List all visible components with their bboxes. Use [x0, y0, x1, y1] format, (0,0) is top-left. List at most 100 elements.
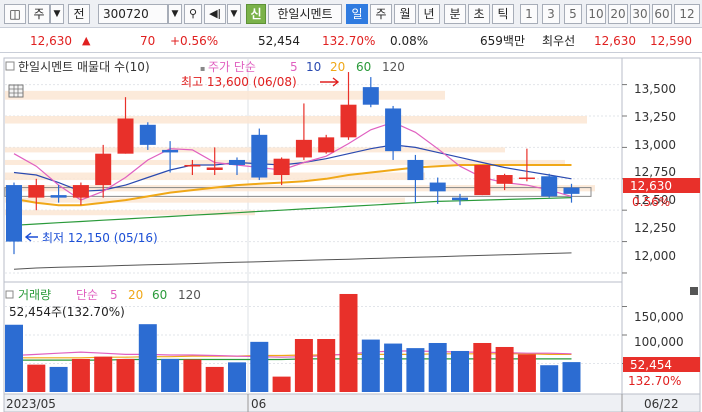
speaker-icon[interactable]: ◀ǀ [204, 4, 226, 24]
volume-legend-name: 거래량 [18, 288, 51, 302]
period-week-button[interactable]: 주 [370, 4, 392, 24]
period-second-button[interactable]: 초 [468, 4, 490, 24]
current-volume-marker-label: 52,454 [630, 358, 672, 372]
volume-bar [250, 341, 269, 392]
period-year-button[interactable]: 년 [418, 4, 440, 24]
stock-chart[interactable]: 한일시멘트 매물대 수(10) ▪ 주가 단순 5 10 20 60 120 최… [0, 54, 702, 412]
volume-value: 52,454 [258, 34, 300, 48]
collapse-icon[interactable] [690, 287, 698, 295]
candle-body [518, 177, 535, 180]
low-price-note: 최저 12,150 (05/16) [42, 231, 158, 245]
candle-body [340, 104, 357, 138]
stock-code-input[interactable]: 300720 [98, 4, 168, 24]
volume-bar [94, 356, 113, 392]
stock-name-field[interactable]: 한일시멘트 [268, 4, 342, 24]
table-grid-icon[interactable] [8, 84, 24, 98]
period-minute-button[interactable]: 분 [444, 4, 466, 24]
volume-legend-ma60: 60 [152, 288, 167, 302]
interval-3-button[interactable]: 3 [542, 4, 560, 24]
legend-ma10: 10 [306, 60, 321, 74]
x-axis-area [3, 393, 701, 412]
interval-30-button[interactable]: 30 [630, 4, 650, 24]
interval-60-button[interactable]: 60 [652, 4, 672, 24]
volume-bar [473, 342, 492, 392]
prev-button[interactable]: 전 [68, 4, 90, 24]
volume-bar [138, 324, 157, 392]
interval-10-button[interactable]: 10 [586, 4, 606, 24]
candle-body [496, 175, 513, 184]
volume-legend-ma-label: 단순 [76, 288, 98, 302]
volume-legend-ma120: 120 [178, 288, 201, 302]
chevron-down-icon[interactable]: ▼ [50, 4, 64, 24]
candle-body [474, 164, 491, 196]
chevron-down-icon[interactable]: ▼ [227, 4, 241, 24]
up-arrow-icon: ▲ [82, 34, 91, 47]
x-axis-label-may: 2023/05 [6, 397, 56, 411]
candle-body [362, 87, 379, 105]
interval-20-button[interactable]: 20 [608, 4, 628, 24]
new-listing-badge: 신 [246, 4, 266, 24]
interval-1-button[interactable]: 1 [520, 4, 538, 24]
market-mode-select[interactable]: 주 [28, 4, 50, 24]
candle-body [229, 159, 245, 165]
layout-button[interactable]: ◫ [4, 4, 26, 24]
x-axis-date-label: 06/22 [644, 397, 679, 411]
volume-bar [384, 343, 403, 392]
candle-body [117, 118, 134, 154]
period-day-button[interactable]: 일 [346, 4, 368, 24]
candle-body [162, 149, 179, 153]
volume-bar [272, 376, 291, 392]
candle-body [407, 159, 424, 181]
volume-legend-ma5: 5 [110, 288, 118, 302]
y-tick-label: 12,000 [634, 249, 676, 263]
candle-body [6, 185, 22, 242]
volume-bar [161, 358, 180, 392]
current-volume-pct: 132.70% [628, 374, 681, 388]
y-tick-label: 100,000 [634, 335, 684, 349]
candle-body [429, 182, 446, 192]
volume-bar [495, 346, 514, 392]
current-price: 12,630 [30, 34, 72, 48]
candle-body [184, 164, 201, 167]
candle-body [206, 167, 223, 170]
candle-body [273, 158, 290, 176]
volume-bar [5, 324, 23, 392]
candle-body [95, 153, 112, 186]
volume-info: 52,454주(132.70%) [9, 305, 125, 319]
volume-ratio: 132.70% [322, 34, 376, 48]
interval-120-button[interactable]: 12 [674, 4, 700, 24]
legend-ma120: 120 [382, 60, 405, 74]
volume-bar [27, 364, 46, 392]
volume-bar [361, 339, 380, 392]
volume-profile-band [5, 90, 445, 100]
candle-body [541, 176, 558, 197]
candle-body [385, 108, 402, 152]
volume-bar [406, 348, 425, 392]
price-legend-name: 한일시멘트 매물대 수(10) [18, 60, 150, 74]
period-month-button[interactable]: 월 [394, 4, 416, 24]
interval-5-button[interactable]: 5 [564, 4, 582, 24]
legend-ma5: 5 [290, 60, 298, 74]
volume-bar [228, 362, 246, 392]
volume-bar [451, 350, 469, 392]
candle-body [318, 137, 335, 153]
candle-body [295, 139, 312, 158]
volume-bar [183, 359, 202, 392]
current-price-marker-label: 12,630 [630, 179, 672, 193]
volume-bar [116, 358, 135, 392]
y-tick-label: 12,750 [634, 165, 676, 179]
candle-body [251, 134, 268, 178]
chevron-down-icon[interactable]: ▼ [168, 4, 182, 24]
candle-body [139, 124, 156, 145]
volume-profile-band [5, 116, 587, 124]
period-tick-button[interactable]: 틱 [492, 4, 514, 24]
trade-amount: 659백만 [480, 34, 525, 48]
candle-body [50, 195, 67, 198]
volume-profile-band [5, 210, 255, 216]
search-icon[interactable]: ⚲ [184, 4, 202, 24]
best-price-label: 최우선 [542, 34, 576, 48]
y-tick-label: 13,000 [634, 138, 676, 152]
volume-bar [49, 366, 68, 392]
toolbar: ◫ 주 ▼ 전 300720 ▼ ⚲ ◀ǀ ▼ 신 한일시멘트 일 주 월 년 … [0, 0, 702, 28]
candle-body [28, 185, 45, 198]
